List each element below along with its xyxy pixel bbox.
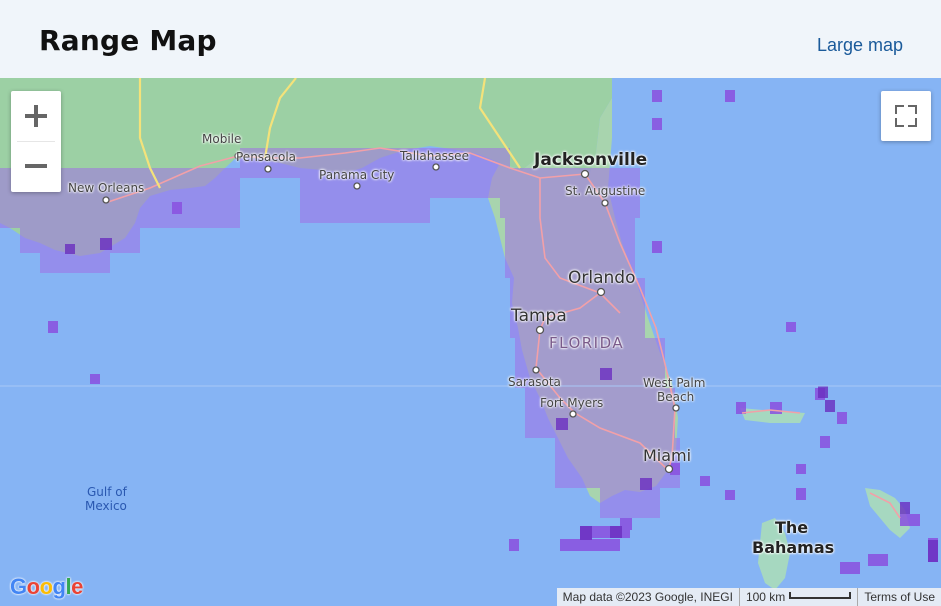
scale-indicator[interactable]: 100 km [738, 588, 858, 606]
range-cells-deep [65, 238, 938, 562]
large-map-link[interactable]: Large map [817, 35, 903, 56]
zoom-out-button[interactable] [11, 141, 61, 191]
label-mobile: Mobile [202, 132, 242, 146]
label-st-augustine: St. Augustine [565, 184, 646, 198]
map-header: Range Map Large map [0, 0, 941, 78]
label-sarasota: Sarasota [508, 375, 561, 389]
range-map[interactable]: Jacksonville St. Augustine Tallahassee P… [0, 78, 941, 606]
label-tampa: Tampa [511, 306, 567, 326]
label-gulf-of: Gulf of [87, 485, 127, 499]
label-the: The [775, 518, 809, 537]
range-overlay [0, 148, 680, 518]
scale-bar [789, 592, 852, 600]
label-panama-city: Panama City [319, 168, 395, 182]
label-fort-myers: Fort Myers [540, 396, 604, 410]
label-new-orleans: New Orleans [68, 181, 145, 195]
terms-of-use-link[interactable]: Terms of Use [857, 588, 941, 606]
zoom-in-button[interactable] [11, 91, 61, 141]
label-tallahassee: Tallahassee [400, 149, 469, 163]
label-beach: Beach [657, 390, 695, 404]
label-west-palm: West Palm [643, 376, 706, 390]
fullscreen-button[interactable] [881, 91, 931, 141]
map-data-attribution[interactable]: Map data ©2023 Google, INEGI [556, 588, 739, 606]
label-mexico: Mexico [85, 499, 127, 513]
label-orlando: Orlando [568, 268, 636, 288]
label-bahamas: Bahamas [752, 538, 835, 557]
google-logo[interactable]: Google [10, 574, 83, 600]
minus-icon [25, 164, 47, 168]
label-jacksonville: Jacksonville [534, 150, 648, 170]
page-title: Range Map [39, 24, 217, 57]
label-florida: FLORIDA [549, 334, 625, 352]
map-attribution-bar: Map data ©2023 Google, INEGI 100 km Term… [556, 588, 941, 606]
label-pensacola: Pensacola [236, 150, 297, 164]
label-miami: Miami [643, 446, 692, 465]
zoom-control [11, 91, 61, 192]
